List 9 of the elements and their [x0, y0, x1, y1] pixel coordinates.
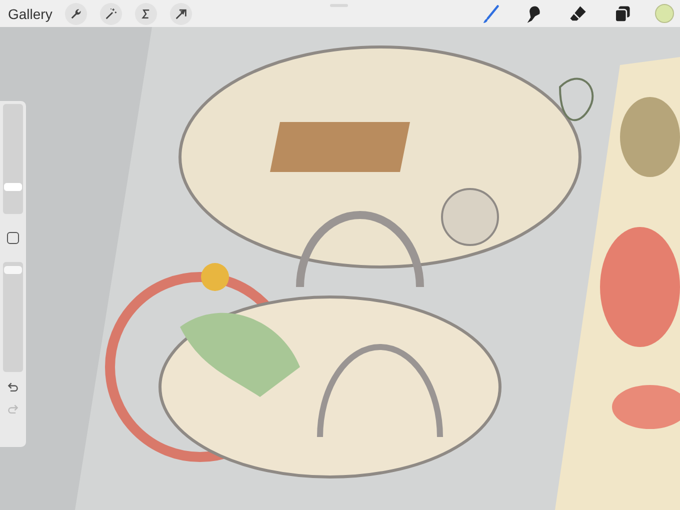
brush-size-slider[interactable]: [3, 104, 23, 214]
gallery-button[interactable]: Gallery: [8, 4, 52, 24]
magic-wand-icon[interactable]: [100, 2, 122, 24]
wrench-icon[interactable]: [65, 2, 88, 24]
selection-icon[interactable]: [135, 2, 158, 24]
opacity-slider[interactable]: [3, 262, 23, 372]
modify-button[interactable]: [7, 232, 19, 244]
color-swatch[interactable]: [655, 4, 674, 23]
undo-icon[interactable]: [5, 380, 21, 394]
